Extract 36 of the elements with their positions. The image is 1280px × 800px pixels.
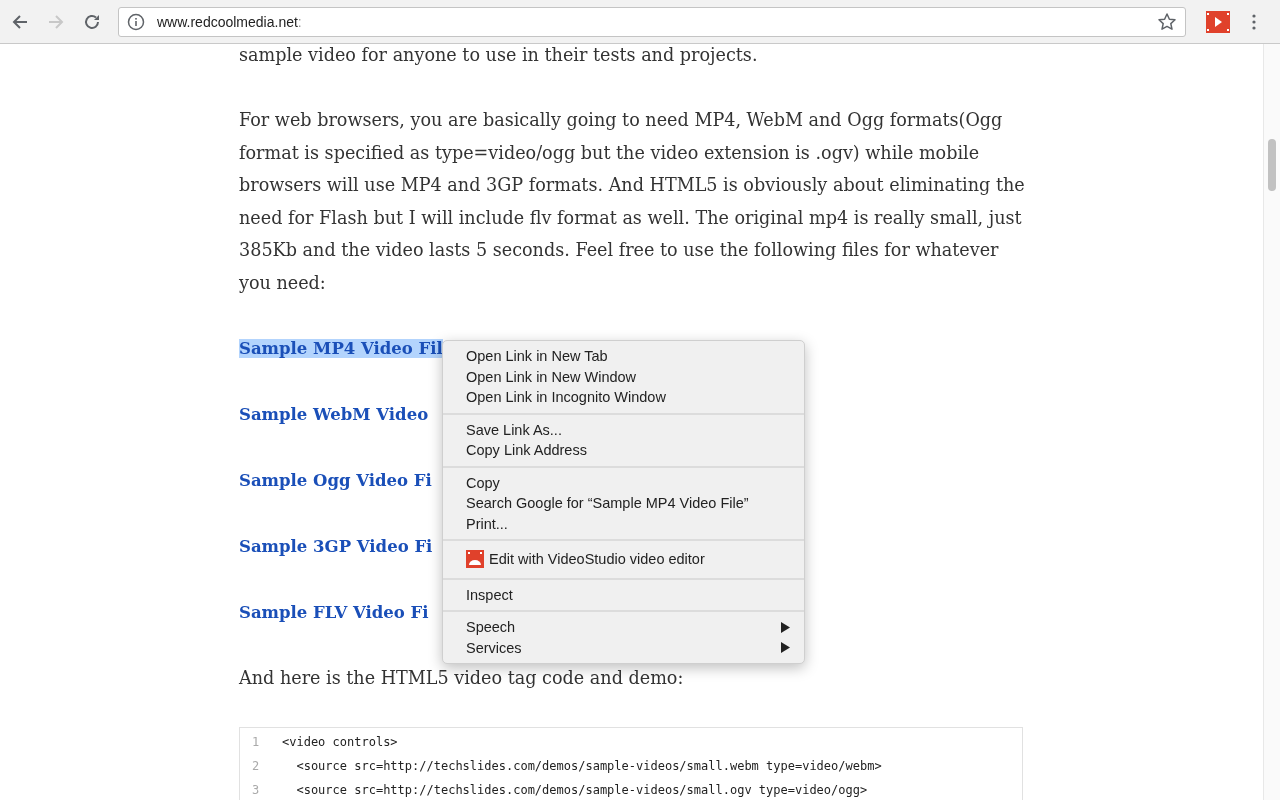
menu-item[interactable]: Open Link in New Window <box>443 366 804 387</box>
code-line: <source src=http://techslides.com/demos/sample-videos/small.webm type=video/webm> <box>295 757 882 775</box>
film-app-icon <box>466 550 484 569</box>
paragraph: sample video for anyone to use in their tests and projects. <box>239 44 759 67</box>
code-line: <source src=http://techslides.com/demos/sample-videos/small.ogv type=video/ogg> <box>295 781 868 799</box>
menu-item[interactable]: Copy Link Address <box>443 440 804 461</box>
menu-item[interactable]: Edit with VideoStudio video editor <box>489 549 705 570</box>
video-link[interactable]: Sample FLV Video Fi <box>239 602 429 622</box>
submenu-arrow-icon <box>781 621 790 633</box>
address-bar[interactable]: www.redcoolmedia.net: <box>118 6 1186 37</box>
paragraph: And here is the HTML5 video tag code and demo: <box>239 666 685 690</box>
menu-item[interactable]: Inspect <box>443 584 804 605</box>
line-number: 2 <box>251 757 261 775</box>
code-line: <video controls> <box>282 733 398 751</box>
info-icon[interactable] <box>127 12 145 31</box>
menu-icon[interactable] <box>1252 13 1256 30</box>
scrollbar-thumb[interactable] <box>1268 139 1276 191</box>
menu-item[interactable]: Print... <box>443 513 804 534</box>
submenu-arrow-icon <box>781 642 790 654</box>
video-link[interactable]: Sample Ogg Video Fi <box>239 470 432 490</box>
url-text: www.redcoolmedia.net: <box>157 13 303 30</box>
line-number: 1 <box>251 733 261 751</box>
video-link[interactable]: Sample WebM Video <box>239 404 429 424</box>
line-number: 3 <box>251 781 261 799</box>
video-link[interactable]: Sample 3GP Video Fi <box>239 536 433 556</box>
menu-item[interactable]: Speech <box>443 617 804 638</box>
menu-item[interactable]: Services <box>443 637 804 658</box>
video-link[interactable]: Sample MP4 Video Fil <box>239 338 443 358</box>
bookmark-star-icon[interactable] <box>1157 11 1177 32</box>
menu-item[interactable]: Open Link in Incognito Window <box>443 387 804 408</box>
menu-item[interactable]: Search Google for “Sample MP4 Video File” <box>443 493 804 514</box>
menu-item[interactable]: Save Link As... <box>443 419 804 440</box>
menu-item[interactable]: Open Link in New Tab <box>443 346 804 367</box>
paragraph: For web browsers, you are basically going to need MP4, WebM and Ogg formats(Ogg format is specified as type=video/ogg but the video extension is .ogv) while mobile browsers will use MP4 and 3GP formats. And HTML5 is obviously about eliminating the need for Flash but I will include flv format as well. The original mp4 is really small, just 385Kb and the video lasts 5 seconds. Feel free to use the following files for whatever you need: <box>239 109 1026 295</box>
menu-item[interactable]: Copy <box>443 472 804 493</box>
film-extension-icon[interactable] <box>1206 10 1230 33</box>
